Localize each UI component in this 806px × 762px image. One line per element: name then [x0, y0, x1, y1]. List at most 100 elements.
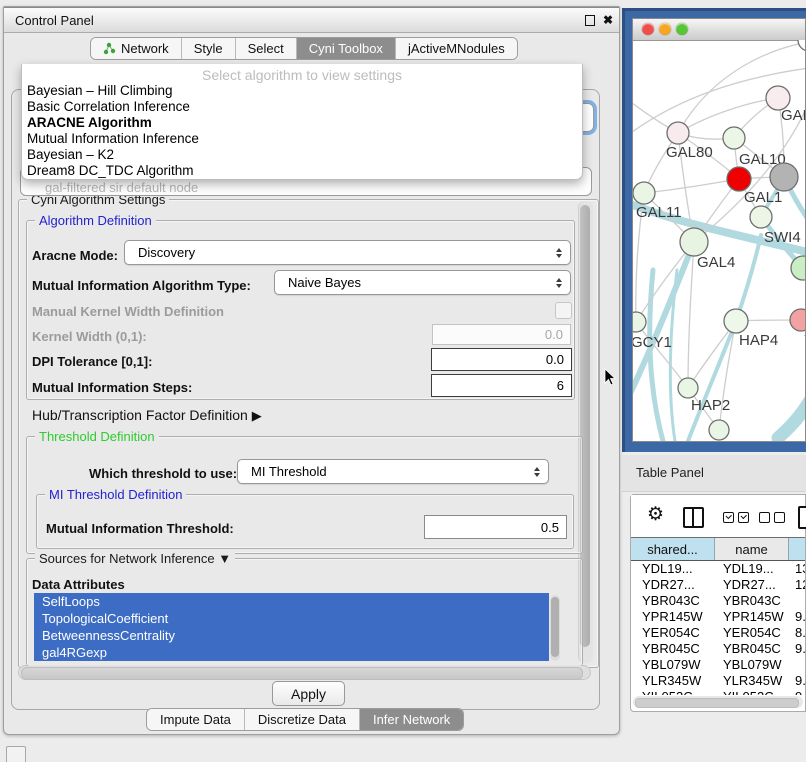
- table-cell: YPR145W: [631, 609, 715, 625]
- network-node[interactable]: [750, 206, 772, 228]
- checked-box-icon[interactable]: [738, 512, 749, 523]
- control-panel-titlebar[interactable]: Control Panel ✖: [4, 7, 619, 33]
- tab-impute-data[interactable]: Impute Data: [147, 709, 245, 730]
- mi-threshold-field[interactable]: 0.5: [424, 515, 567, 539]
- network-nodes-layer: GALGAL80GAL10GAL1GAL11SWI4GAL4GCY1HAP4YH…: [633, 40, 805, 440]
- table-cell: YBR043C: [631, 593, 715, 609]
- network-node[interactable]: [633, 312, 646, 332]
- kernel-width-value: 0.0: [545, 327, 563, 342]
- manual-kernel-width-checkbox[interactable]: [555, 302, 572, 319]
- table-row[interactable]: YPR145WYPR145W9.: [631, 609, 805, 625]
- network-canvas[interactable]: GALGAL80GAL10GAL1GAL11SWI4GAL4GCY1HAP4YH…: [633, 40, 805, 441]
- unchecked-box-icon[interactable]: [759, 512, 770, 523]
- checked-box-icon[interactable]: [723, 512, 734, 523]
- network-node[interactable]: [790, 309, 805, 331]
- close-window-icon[interactable]: ✖: [603, 13, 613, 27]
- close-traffic-light[interactable]: [642, 23, 654, 35]
- attribute-list-item[interactable]: SelfLoops: [34, 593, 549, 610]
- network-node-label: HAP2: [691, 397, 730, 414]
- dpi-tolerance-label: DPI Tolerance [0,1]:: [32, 354, 152, 369]
- algorithm-option[interactable]: Bayesian – Hill Climbing: [22, 83, 582, 99]
- network-node[interactable]: [723, 127, 745, 149]
- table-row[interactable]: YER054CYER054C8.: [631, 625, 805, 641]
- zoom-traffic-light[interactable]: [676, 23, 688, 35]
- attributes-scrollbar-thumb[interactable]: [551, 597, 559, 657]
- tab-style[interactable]: Style: [182, 38, 236, 59]
- settings-hscrollbar-thumb[interactable]: [21, 667, 583, 680]
- tab-cyni-toolbox[interactable]: Cyni Toolbox: [297, 38, 396, 59]
- network-node[interactable]: [724, 309, 748, 333]
- tab-infer-network[interactable]: Infer Network: [360, 709, 463, 730]
- table-row[interactable]: YBL079WYBL079W: [631, 657, 805, 673]
- control-panel-tabbar: Network Style Select Cyni Toolbox jActiv…: [90, 37, 518, 60]
- tab-select[interactable]: Select: [236, 38, 297, 59]
- tab-label: Impute Data: [160, 712, 231, 727]
- tab-discretize-data[interactable]: Discretize Data: [245, 709, 360, 730]
- apply-button[interactable]: Apply: [272, 681, 345, 706]
- split-columns-icon[interactable]: [683, 507, 704, 528]
- panel-dock-icon[interactable]: [6, 746, 26, 762]
- stepper-arrows-icon: [534, 467, 540, 477]
- tab-label: Network: [121, 41, 169, 56]
- column-header-extra[interactable]: [789, 538, 805, 560]
- attribute-list-item[interactable]: TopologicalCoefficient: [34, 610, 549, 627]
- dpi-tolerance-field[interactable]: 0.0: [431, 348, 572, 371]
- document-icon[interactable]: [798, 506, 806, 529]
- network-node[interactable]: [709, 420, 729, 440]
- gear-icon[interactable]: ⚙: [647, 503, 664, 526]
- algorithm-option[interactable]: ARACNE Algorithm: [22, 115, 582, 131]
- tab-network[interactable]: Network: [91, 38, 182, 59]
- float-window-icon[interactable]: [585, 15, 595, 26]
- table-row[interactable]: YBR043CYBR043C: [631, 593, 805, 609]
- stepper-arrows-icon: [556, 248, 562, 258]
- algorithm-option[interactable]: Mutual Information Inference: [22, 131, 582, 147]
- network-node[interactable]: [680, 228, 708, 256]
- tab-jactivemnodules[interactable]: jActiveMNodules: [396, 38, 517, 59]
- table-cell: YLR345W: [631, 673, 715, 689]
- table-cell: 12: [789, 577, 805, 593]
- algorithm-option[interactable]: Bayesian – K2: [22, 147, 582, 163]
- table-hscrollbar-thumb[interactable]: [635, 698, 799, 708]
- table-cell: YBL079W: [715, 657, 789, 673]
- column-header-shared[interactable]: shared...: [631, 538, 715, 560]
- table-cell: 13: [789, 561, 805, 577]
- network-window-titlebar[interactable]: [633, 19, 805, 41]
- mi-steps-field[interactable]: 6: [431, 374, 572, 397]
- hub-transcription-section[interactable]: Hub/Transcription Factor Definition ▶: [32, 407, 262, 424]
- which-threshold-combo[interactable]: MI Threshold: [237, 459, 549, 484]
- expand-right-icon[interactable]: ▶: [252, 408, 262, 423]
- kernel-width-field[interactable]: 0.0: [432, 324, 571, 345]
- column-header-name[interactable]: name: [715, 538, 789, 560]
- network-node[interactable]: [798, 40, 805, 51]
- unchecked-box-icon[interactable]: [774, 512, 785, 523]
- data-attributes-list[interactable]: SelfLoopsTopologicalCoefficientBetweenne…: [34, 593, 549, 663]
- dpi-tolerance-value: 0.0: [546, 352, 564, 367]
- network-node[interactable]: [770, 163, 798, 191]
- sources-title[interactable]: Sources for Network Inference ▼: [35, 551, 235, 566]
- network-node[interactable]: [727, 167, 751, 191]
- network-node[interactable]: [667, 122, 689, 144]
- minimize-traffic-light[interactable]: [659, 23, 671, 35]
- table-row[interactable]: YIL052CYIL052C9.: [631, 689, 805, 695]
- network-node[interactable]: [678, 378, 698, 398]
- collapse-down-icon[interactable]: ▼: [218, 551, 231, 566]
- network-node-label: GCY1: [633, 334, 672, 351]
- algorithm-option[interactable]: Basic Correlation Inference: [22, 99, 582, 115]
- table-row[interactable]: YDR27...YDR27...12: [631, 577, 805, 593]
- network-node-label: SWI4: [764, 229, 801, 246]
- aracne-mode-combo[interactable]: Discovery: [124, 240, 571, 265]
- mi-threshold-label: Mutual Information Threshold:: [46, 521, 234, 536]
- algorithm-option[interactable]: Dream8 DC_TDC Algorithm: [22, 163, 582, 179]
- mi-algorithm-type-combo[interactable]: Naive Bayes: [274, 270, 571, 295]
- network-node-label: GAL4: [697, 254, 735, 271]
- algorithm-dropdown-placeholder: Select algorithm to view settings: [22, 67, 582, 83]
- table-row[interactable]: YDL19...YDL19...13: [631, 561, 805, 577]
- table-row[interactable]: YBR045CYBR045C9.: [631, 641, 805, 657]
- attribute-list-item[interactable]: gal4RGexp: [34, 644, 549, 661]
- control-panel-title: Control Panel: [15, 13, 94, 28]
- table-row[interactable]: YLR345WYLR345W9.: [631, 673, 805, 689]
- network-node[interactable]: [633, 182, 655, 204]
- table-cell: YIL052C: [715, 689, 789, 695]
- algorithm-dropdown[interactable]: Select algorithm to view settings Bayesi…: [21, 64, 583, 180]
- attribute-list-item[interactable]: BetweennessCentrality: [34, 627, 549, 644]
